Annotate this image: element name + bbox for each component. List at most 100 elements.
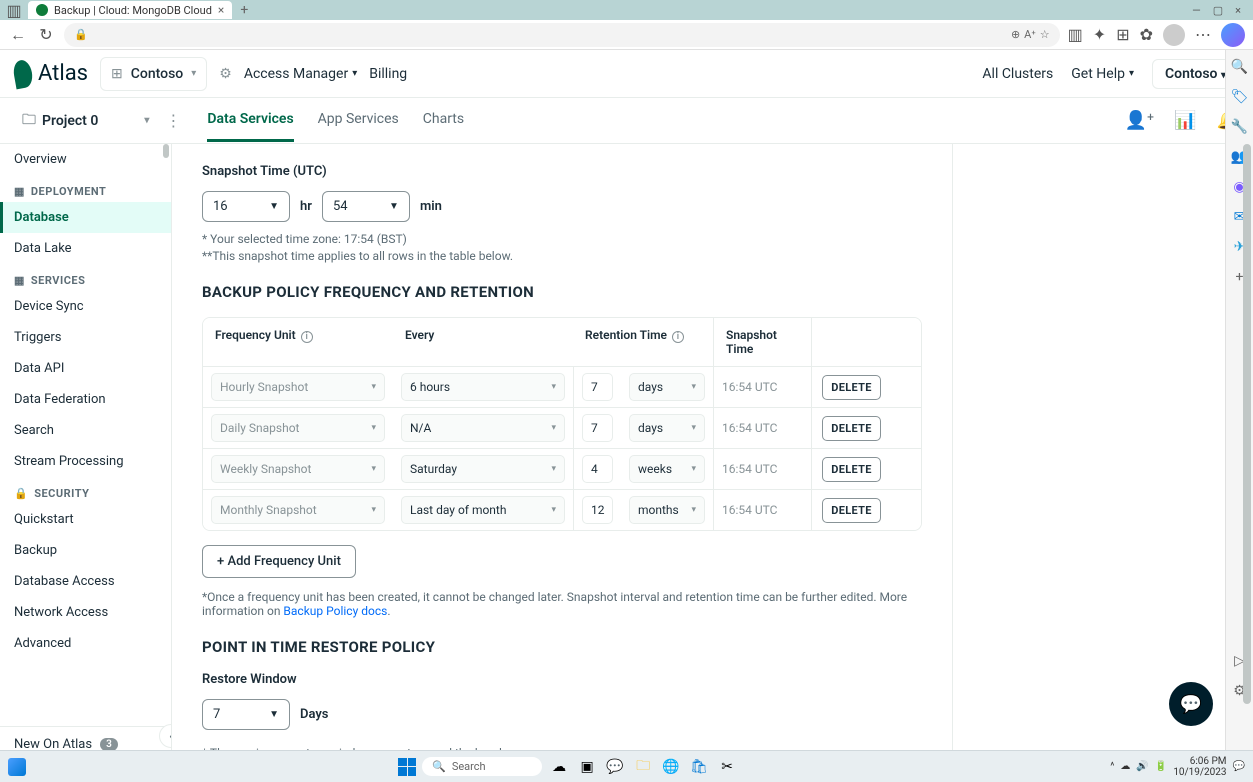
every-select[interactable]: 6 hours▾ [401,373,565,401]
minimize-icon[interactable]: — [1192,4,1201,17]
content-vertical-scrollbar[interactable] [1241,144,1253,746]
zoom-icon[interactable]: ⊕ [1011,28,1020,41]
atlas-logo[interactable]: Atlas [14,60,88,88]
windows-taskbar: 🔍Search ☁ ▣ 💬 🗀 🌐 🛍 ✂ ^ ☁ 🔊 🔋 6:06 PM 10… [0,750,1253,782]
retention-value-input[interactable]: 4 [582,455,613,483]
activity-icon[interactable]: 📊 [1174,110,1196,131]
profile-avatar[interactable] [1163,24,1185,46]
start-icon[interactable] [398,758,416,776]
info-icon[interactable]: i [301,331,313,343]
new-tab-button[interactable]: + [240,2,248,18]
sidebar-item-advanced[interactable]: Advanced [0,628,171,659]
info-icon[interactable]: i [672,331,684,343]
get-help-link[interactable]: Get Help ▾ [1071,66,1134,82]
caret-icon: ▼ [389,201,399,212]
sidebar-item-device-sync[interactable]: Device Sync [0,291,171,322]
retention-value-input[interactable]: 7 [582,414,613,442]
collections-icon[interactable]: ⊞ [1116,25,1129,44]
close-window-icon[interactable]: × [1235,4,1241,17]
sidebar-item-network-access[interactable]: Network Access [0,597,171,628]
frequency-unit-select[interactable]: Weekly Snapshot▾ [211,455,385,483]
cloud-icon[interactable]: ☁ [548,756,570,778]
org-selector[interactable]: ⊞ Contoso ▾ [100,57,207,91]
every-select[interactable]: N/A▾ [401,414,565,442]
retention-unit-select[interactable]: months▾ [629,496,705,524]
retention-unit-select[interactable]: weeks▾ [629,455,705,483]
onedrive-icon[interactable]: ☁ [1120,761,1130,772]
sidebar-item-database[interactable]: Database [0,202,171,233]
extensions-icon[interactable]: ✿ [1140,25,1153,44]
retention-unit-select[interactable]: days▾ [629,373,705,401]
battery-icon[interactable]: 🔋 [1155,761,1167,772]
add-frequency-unit-button[interactable]: + Add Frequency Unit [202,545,356,578]
frequency-unit-select[interactable]: Daily Snapshot▾ [211,414,385,442]
frequency-unit-select[interactable]: Hourly Snapshot▾ [211,373,385,401]
copilot-icon[interactable] [1221,23,1245,47]
maximize-icon[interactable]: ▢ [1213,4,1223,17]
edge-icon[interactable]: 🌐 [660,756,682,778]
store-icon[interactable]: 🛍 [688,756,710,778]
search-icon[interactable]: 🔍 [1231,58,1249,76]
tab-data-services[interactable]: Data Services [207,99,293,142]
tab-charts[interactable]: Charts [423,99,464,142]
split-screen-icon[interactable]: ▥ [1068,25,1083,44]
tray-chevron-icon[interactable]: ^ [1110,761,1114,772]
retention-value-input[interactable]: 12 [582,496,613,524]
access-manager-link[interactable]: Access Manager ▾ [244,66,357,82]
more-icon[interactable]: ⋯ [1195,25,1211,44]
retention-value-input[interactable]: 7 [582,373,613,401]
address-bar[interactable]: 🔒 ⊕ A⁺ ☆ [64,23,1060,47]
delete-button[interactable]: DELETE [822,498,880,523]
snapshot-minute-select[interactable]: 54▼ [322,191,410,222]
snip-icon[interactable]: ✂ [716,756,738,778]
widgets-icon[interactable] [8,758,26,776]
sidebar-item-search[interactable]: Search [0,415,171,446]
task-view-icon[interactable]: ▣ [576,756,598,778]
sidebar-item-quickstart[interactable]: Quickstart [0,504,171,535]
sidebar-item-data-api[interactable]: Data API [0,353,171,384]
taskbar-search[interactable]: 🔍Search [422,757,542,776]
project-selector[interactable]: 🗀 Project 0 ▾ [14,105,157,137]
sidebar-item-overview[interactable]: Overview [0,144,171,175]
sidebar-item-data-lake[interactable]: Data Lake [0,233,171,264]
retention-unit-select[interactable]: days▾ [629,414,705,442]
close-tab-icon[interactable]: × [218,3,224,17]
teams-icon[interactable]: 💬 [604,756,626,778]
delete-button[interactable]: DELETE [822,375,880,400]
all-clusters-link[interactable]: All Clusters [982,66,1053,82]
back-icon[interactable]: ← [8,25,28,45]
frequency-unit-select[interactable]: Monthly Snapshot▾ [211,496,385,524]
favorite-icon[interactable]: ☆ [1040,28,1050,41]
sidebar-scrollbar[interactable] [161,144,171,762]
tools-icon[interactable]: 🔧 [1231,118,1249,136]
tab-actions-icon[interactable]: ▥ [4,0,24,20]
tab-app-services[interactable]: App Services [318,99,399,142]
refresh-icon[interactable]: ↻ [36,25,56,45]
every-select[interactable]: Last day of month▾ [401,496,565,524]
snapshot-time-title: Snapshot Time (UTC) [202,164,922,179]
system-clock[interactable]: 6:06 PM 10/19/2023 [1173,756,1226,778]
project-menu-icon[interactable]: ⋮ [165,111,181,130]
sidebar-item-triggers[interactable]: Triggers [0,322,171,353]
explorer-icon[interactable]: 🗀 [632,756,654,778]
chat-fab[interactable]: 💬 [1169,682,1213,726]
delete-button[interactable]: DELETE [822,457,880,482]
sidebar-item-stream-processing[interactable]: Stream Processing [0,446,171,477]
gear-icon[interactable]: ⚙ [219,66,232,82]
volume-icon[interactable]: 🔊 [1136,761,1148,772]
invite-icon[interactable]: 👤⁺ [1125,110,1155,131]
sidebar-item-backup[interactable]: Backup [0,535,171,566]
browser-tab[interactable]: Backup | Cloud: MongoDB Cloud × [28,1,232,19]
snapshot-hour-select[interactable]: 16▼ [202,191,290,222]
notifications-icon[interactable]: 💬 [1233,761,1245,772]
sidebar-item-data-federation[interactable]: Data Federation [0,384,171,415]
favorites-icon[interactable]: ✦ [1093,25,1106,44]
backup-policy-docs-link[interactable]: Backup Policy docs [283,604,387,618]
read-aloud-icon[interactable]: A⁺ [1024,28,1036,41]
every-select[interactable]: Saturday▾ [401,455,565,483]
restore-window-select[interactable]: 7▼ [202,699,290,730]
billing-link[interactable]: Billing [369,66,407,82]
sidebar-item-database-access[interactable]: Database Access [0,566,171,597]
shopping-icon[interactable]: 🏷 [1231,88,1249,106]
delete-button[interactable]: DELETE [822,416,880,441]
